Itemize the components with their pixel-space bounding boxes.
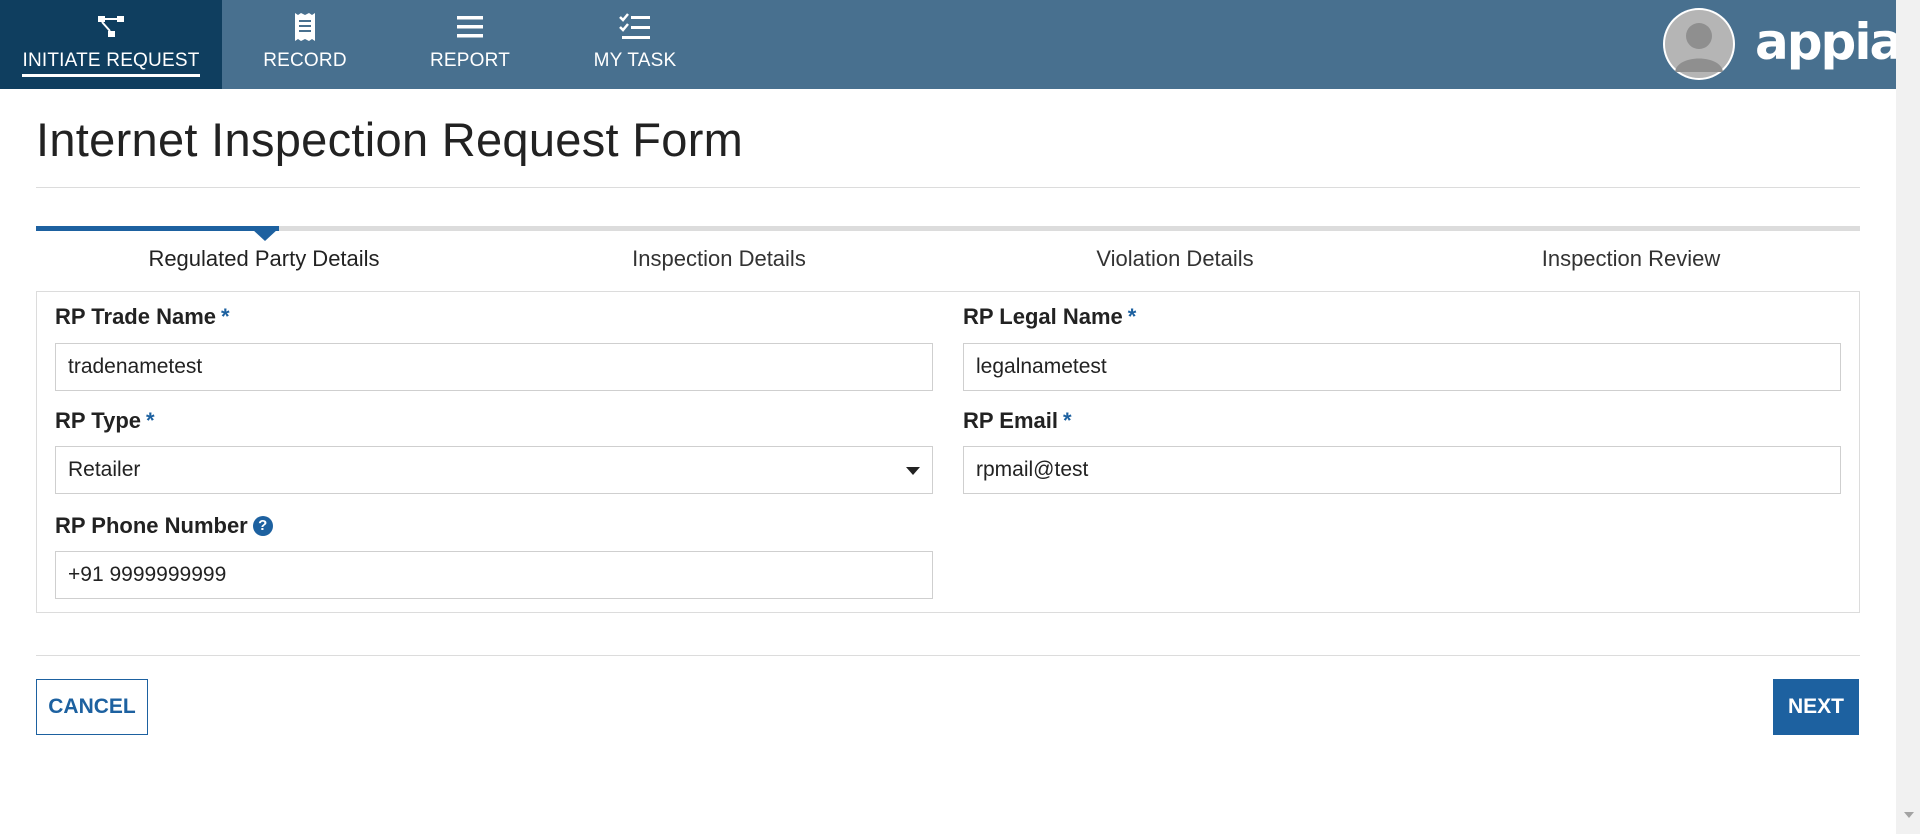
step-violation-details: Violation Details	[1096, 246, 1254, 271]
phone-number-input[interactable]: +91 9999999999	[55, 551, 933, 599]
label-text: RP Trade Name	[55, 304, 217, 329]
step-inspection-details: Inspection Details	[632, 246, 806, 271]
input-value: rpmail@test	[976, 458, 1089, 481]
required-asterisk: *	[146, 408, 155, 433]
nav-report[interactable]: REPORT	[420, 0, 520, 89]
input-value: tradenametest	[68, 355, 203, 378]
process-flow-icon	[95, 12, 127, 42]
label-text: RP Email	[963, 408, 1058, 433]
nav-label: MY TASK	[593, 50, 677, 71]
rp-email-input[interactable]: rpmail@test	[963, 446, 1841, 494]
nav-record[interactable]: RECORD	[250, 0, 360, 89]
required-asterisk: *	[1062, 408, 1072, 433]
selected-value: Retailer	[68, 458, 141, 481]
legal-name-label: RP Legal Name *	[963, 304, 1136, 330]
nav-label: INITIATE REQUEST	[22, 50, 200, 77]
label-text: RP Legal Name	[963, 304, 1123, 329]
user-silhouette-icon	[1665, 10, 1733, 78]
vertical-scrollbar[interactable]	[1896, 0, 1920, 834]
progress-track	[36, 226, 1860, 231]
nav-my-task[interactable]: MY TASK	[580, 0, 690, 89]
cancel-button[interactable]: CANCEL	[36, 679, 148, 735]
nav-label: REPORT	[429, 50, 511, 71]
progress-fill	[36, 226, 279, 231]
trade-name-label: RP Trade Name *	[55, 304, 230, 330]
phone-number-label: RP Phone Number ?	[55, 513, 273, 539]
help-icon[interactable]: ?	[252, 516, 273, 536]
next-button[interactable]: NEXT	[1773, 679, 1859, 735]
task-checklist-icon	[619, 12, 651, 42]
user-avatar[interactable]	[1663, 8, 1735, 80]
rp-email-label: RP Email *	[963, 408, 1072, 434]
trade-name-input[interactable]: tradenametest	[55, 343, 933, 391]
nav-label: RECORD	[263, 50, 347, 71]
rp-type-label: RP Type *	[55, 408, 155, 434]
rp-type-dropdown[interactable]: Retailer	[55, 446, 933, 494]
current-step-caret-icon	[252, 229, 278, 241]
nav-initiate-request[interactable]: INITIATE REQUEST	[0, 0, 222, 89]
required-asterisk: *	[221, 304, 230, 329]
label-text: RP Type	[55, 408, 141, 433]
dropdown-arrow-icon	[906, 467, 920, 475]
scroll-down-arrow-icon[interactable]	[1904, 812, 1914, 818]
required-asterisk: *	[1127, 304, 1137, 329]
step-inspection-review: Inspection Review	[1541, 246, 1721, 271]
top-navigation-bar: INITIATE REQUEST RECORD REPORT MY TASK a…	[0, 0, 1920, 89]
input-value: legalnametest	[976, 355, 1107, 378]
step-regulated-party-details: Regulated Party Details	[148, 246, 380, 271]
input-value: +91 9999999999	[68, 563, 227, 586]
title-divider	[36, 187, 1860, 188]
list-icon	[454, 12, 486, 42]
page-title: Internet Inspection Request Form	[36, 113, 744, 166]
receipt-icon	[289, 12, 321, 42]
label-text: RP Phone Number	[55, 513, 248, 538]
legal-name-input[interactable]: legalnametest	[963, 343, 1841, 391]
buttons-divider	[36, 655, 1860, 656]
